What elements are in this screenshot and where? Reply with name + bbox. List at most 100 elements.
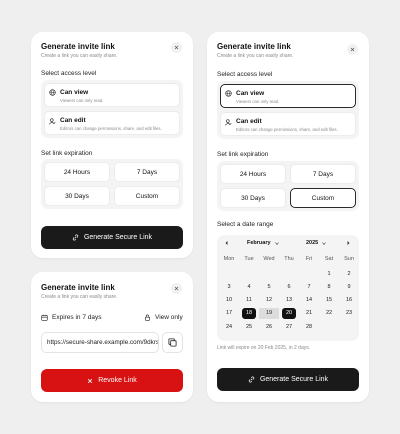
- access-option-group: Can view Viewers can only read. Can edit…: [217, 81, 359, 139]
- card-subtitle: Create a link you can easily share.: [217, 53, 294, 59]
- calendar-day[interactable]: 6: [282, 281, 296, 292]
- option-desc: Viewers can only read.: [236, 99, 280, 104]
- date-range-label: Select a date range: [217, 221, 274, 228]
- calendar-day[interactable]: 23: [342, 308, 356, 319]
- access-option-group: Can view Viewers can only read. Can edit…: [41, 80, 183, 138]
- generate-label: Generate Secure Link: [259, 376, 329, 383]
- calendar-day[interactable]: 5: [262, 281, 276, 292]
- card-title: Generate invite link: [41, 42, 115, 51]
- chevron-down-icon: [322, 241, 326, 245]
- date-range-calendar: February 2025 Mon Tue Wed Thu Fri Sat Sun 1 2 3 4 5…: [217, 235, 359, 341]
- calendar-day[interactable]: 11: [242, 295, 256, 306]
- invite-card-custom: Generate invite link Create a link you c…: [207, 32, 369, 402]
- duration-24h[interactable]: 24 Hours: [220, 164, 286, 184]
- copy-button[interactable]: [162, 332, 183, 353]
- option-can-edit[interactable]: Can edit Editors can change permissions,…: [220, 112, 356, 136]
- calendar-day[interactable]: 24: [222, 321, 236, 332]
- revoke-label: Revoke Link: [98, 377, 137, 384]
- chevron-down-icon: [274, 241, 279, 245]
- weekday-label: Thu: [284, 256, 294, 262]
- close-icon: [174, 286, 179, 291]
- option-desc: Viewers can only read.: [60, 98, 104, 103]
- option-title: Can view: [60, 89, 89, 96]
- duration-custom[interactable]: Custom: [290, 188, 356, 208]
- duration-7d[interactable]: 7 Days: [290, 164, 356, 184]
- duration-30d[interactable]: 30 Days: [220, 188, 286, 208]
- close-button[interactable]: [171, 42, 182, 53]
- expiry-text: Expires in 7 days: [52, 314, 102, 321]
- revoke-link-button[interactable]: Revoke Link: [41, 369, 183, 392]
- expiration-group: 24 Hours 7 Days 30 Days Custom: [217, 161, 359, 211]
- duration-30d[interactable]: 30 Days: [44, 186, 110, 206]
- year-label: 2025: [306, 240, 319, 246]
- prev-month-button[interactable]: [224, 240, 229, 248]
- calendar-day[interactable]: 18: [242, 307, 256, 319]
- close-icon: [350, 47, 355, 52]
- link-icon: [248, 376, 255, 383]
- calendar-day[interactable]: 19: [259, 307, 279, 319]
- generate-link-button[interactable]: Generate Secure Link: [217, 368, 359, 391]
- access-level-label: Select access level: [41, 70, 97, 77]
- calendar-day[interactable]: 1: [322, 268, 336, 279]
- next-month-button[interactable]: [346, 240, 351, 248]
- option-desc: Editors can change permissions, share, a…: [236, 127, 338, 132]
- option-title: Can edit: [236, 118, 262, 125]
- copy-icon: [168, 338, 177, 347]
- calendar-day[interactable]: 14: [302, 295, 316, 306]
- permission-info: View only: [144, 314, 183, 321]
- duration-24h[interactable]: 24 Hours: [44, 162, 110, 182]
- option-title: Can view: [236, 90, 265, 97]
- weekday-label: Fri: [305, 256, 313, 262]
- duration-7d[interactable]: 7 Days: [114, 162, 180, 182]
- card-title: Generate invite link: [41, 283, 115, 292]
- calendar-day[interactable]: 20: [282, 307, 296, 319]
- calendar-day[interactable]: 4: [242, 281, 256, 292]
- share-url-field[interactable]: https://secure-share.example.com/9dkrs: [41, 332, 159, 353]
- calendar-day[interactable]: 7: [302, 281, 316, 292]
- invite-card-access: Generate invite link Create a link you c…: [31, 32, 193, 258]
- calendar-day[interactable]: 21: [302, 308, 316, 319]
- calendar-day[interactable]: 17: [222, 308, 236, 319]
- close-button[interactable]: [171, 283, 182, 294]
- close-button[interactable]: [347, 44, 358, 55]
- calendar-day[interactable]: 27: [282, 321, 296, 332]
- edit-user-icon: [225, 119, 232, 126]
- invite-card-share: Generate invite link Create a link you c…: [31, 272, 193, 402]
- calendar-day[interactable]: 12: [262, 295, 276, 306]
- option-title: Can edit: [60, 117, 86, 124]
- weekday-label: Tue: [244, 256, 254, 262]
- calendar-day[interactable]: 8: [322, 281, 336, 292]
- calendar-day[interactable]: 25: [242, 321, 256, 332]
- weekday-label: Wed: [263, 256, 275, 262]
- close-icon: [174, 45, 179, 50]
- card-subtitle: Create a link you can easily share.: [41, 294, 118, 300]
- month-select[interactable]: February: [247, 240, 280, 246]
- option-can-view[interactable]: Can view Viewers can only read.: [220, 84, 356, 108]
- calendar-day[interactable]: 26: [262, 321, 276, 332]
- month-label: February: [247, 240, 271, 246]
- generate-link-button[interactable]: Generate Secure Link: [41, 226, 183, 249]
- globe-icon: [225, 90, 232, 97]
- calendar-day[interactable]: 9: [342, 281, 356, 292]
- calendar-day[interactable]: 13: [282, 295, 296, 306]
- calendar-day[interactable]: 15: [322, 295, 336, 306]
- calendar-day[interactable]: 22: [322, 308, 336, 319]
- link-icon: [72, 234, 79, 241]
- option-can-edit[interactable]: Can edit Editors can change permissions,…: [44, 111, 180, 135]
- expiration-label: Set link expiration: [217, 151, 269, 158]
- year-select[interactable]: 2025: [306, 240, 327, 246]
- weekday-label: Mon: [223, 256, 235, 262]
- expiration-group: 24 Hours 7 Days 30 Days Custom: [41, 159, 183, 209]
- calendar-day[interactable]: 10: [222, 295, 236, 306]
- globe-icon: [49, 89, 56, 96]
- calendar-day[interactable]: 2: [342, 268, 356, 279]
- expiration-label: Set link expiration: [41, 150, 93, 157]
- calendar-day[interactable]: 16: [342, 295, 356, 306]
- calendar-day[interactable]: 28: [302, 321, 316, 332]
- chevron-right-icon: [347, 241, 350, 245]
- duration-custom[interactable]: Custom: [114, 186, 180, 206]
- option-can-view[interactable]: Can view Viewers can only read.: [44, 83, 180, 107]
- lock-icon: [145, 314, 150, 321]
- option-desc: Editors can change permissions, share, a…: [60, 126, 162, 131]
- calendar-day[interactable]: 3: [222, 281, 236, 292]
